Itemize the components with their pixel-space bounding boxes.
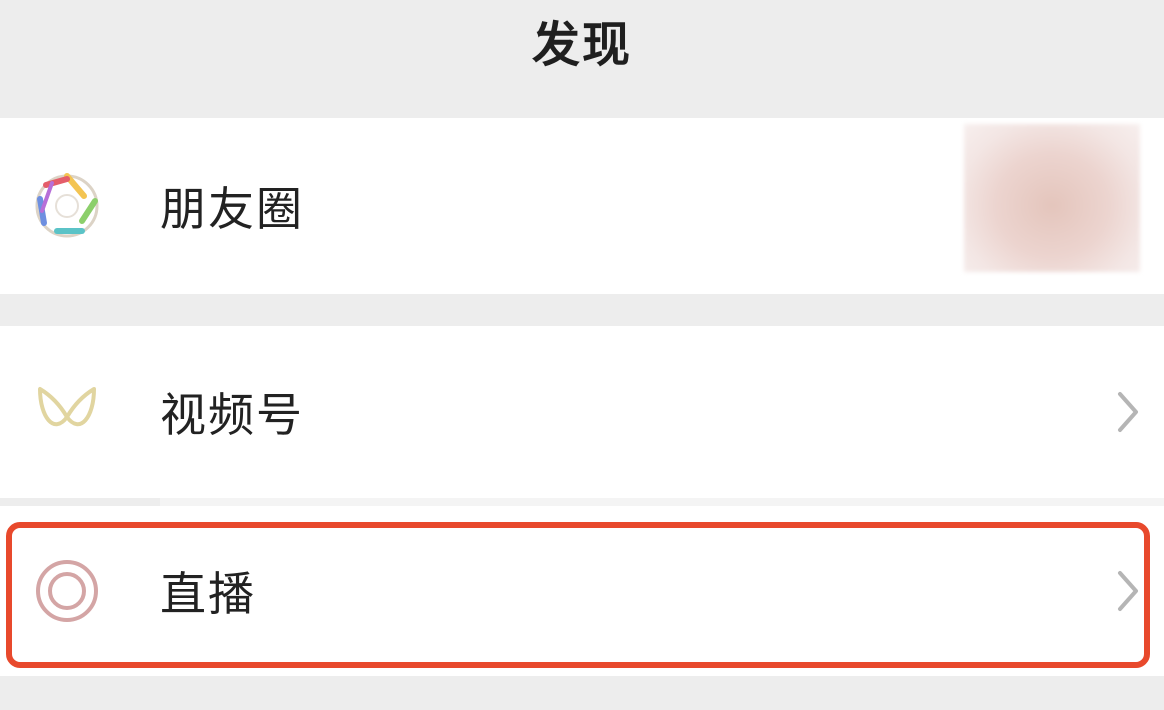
moments-thumbnail (964, 124, 1140, 272)
moments-aperture-icon (32, 171, 102, 241)
list-item-moments[interactable]: 朋友圈 (0, 118, 1164, 294)
list-item-channels[interactable]: 视频号 (0, 326, 1164, 498)
live-highlight-box (6, 522, 1150, 668)
navigation-bar: 发现 (0, 0, 1164, 112)
channels-butterfly-icon (32, 377, 102, 447)
page-title: 发现 (531, 17, 632, 73)
channels-label: 视频号 (160, 388, 304, 442)
discover-page: 发现 朋友圈 视频号 直播 (0, 0, 1164, 710)
row-divider (160, 498, 1164, 506)
moments-label: 朋友圈 (160, 182, 304, 236)
chevron-right-icon (1114, 390, 1142, 434)
